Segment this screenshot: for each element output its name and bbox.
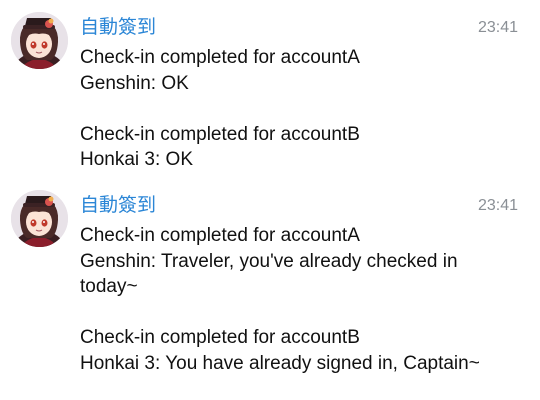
message-line: Genshin: Traveler, you've already checke…	[80, 250, 463, 298]
avatar[interactable]	[11, 12, 68, 69]
message-timestamp: 23:41	[477, 19, 518, 36]
avatar[interactable]	[11, 190, 68, 247]
message-line: Check-in completed for accountB	[80, 327, 360, 348]
message-timestamp: 23:41	[477, 197, 518, 214]
sender-name[interactable]: 自動簽到	[80, 15, 156, 39]
message-line	[80, 96, 520, 122]
sender-name[interactable]: 自動簽到	[80, 193, 156, 217]
message-line: Honkai 3: You have already signed in, Ca…	[80, 352, 480, 374]
message-line: Check-in completed for accountB	[80, 123, 360, 145]
message-line	[80, 300, 520, 326]
message-line: Genshin: OK	[80, 72, 189, 94]
character-avatar-icon	[11, 12, 68, 69]
character-avatar-icon	[11, 190, 68, 247]
message-text: Check-in completed for accountA Genshin:…	[80, 45, 520, 173]
message-text: Check-in completed for accountA Genshin:…	[80, 223, 520, 376]
message-line: Honkai 3: OK	[80, 149, 193, 170]
message-line: Check-in completed for accountA	[80, 225, 360, 246]
message-line: Check-in completed for accountA	[80, 47, 360, 68]
